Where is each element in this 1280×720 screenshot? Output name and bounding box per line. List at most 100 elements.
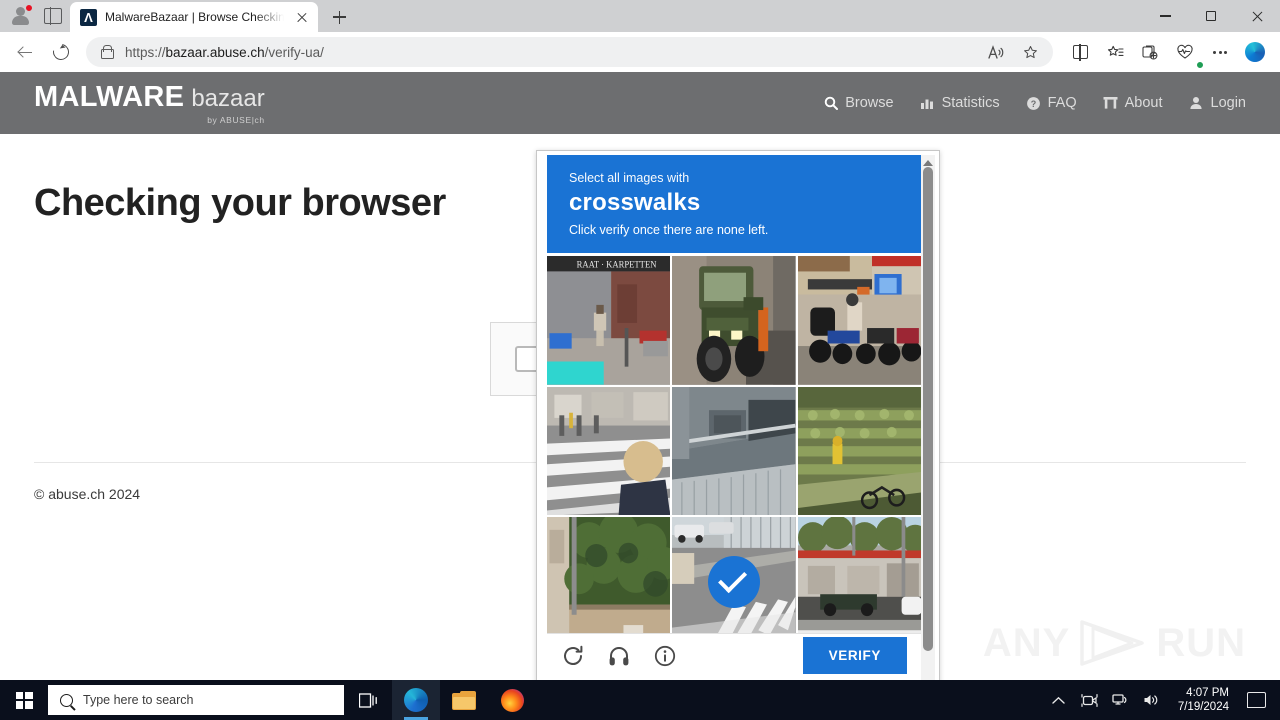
refresh-icon bbox=[49, 40, 73, 64]
nav-item-statistics[interactable]: Statistics bbox=[920, 95, 1000, 111]
nav-item-faq[interactable]: ? FAQ bbox=[1026, 95, 1077, 111]
vertical-scroll-thumb[interactable] bbox=[923, 167, 933, 651]
new-tab-button[interactable] bbox=[324, 2, 354, 32]
captcha-tile[interactable] bbox=[672, 517, 796, 646]
maximize-button[interactable] bbox=[1188, 0, 1234, 32]
nav-item-about-label: About bbox=[1124, 95, 1163, 111]
captcha-tile[interactable] bbox=[797, 517, 921, 646]
nav-item-faq-label: FAQ bbox=[1047, 95, 1077, 111]
profile-body-shape bbox=[12, 16, 29, 25]
taskbar-app-firefox[interactable] bbox=[488, 680, 536, 720]
lock-icon bbox=[100, 45, 114, 59]
show-hidden-icons-button[interactable] bbox=[1050, 692, 1067, 709]
tab-actions-icon[interactable] bbox=[44, 7, 62, 25]
taskbar-app-microsoft-edge[interactable] bbox=[392, 680, 440, 720]
captcha-prompt-note: Click verify once there are none left. bbox=[569, 223, 769, 237]
maximize-icon bbox=[1206, 11, 1216, 21]
captcha-tile[interactable] bbox=[797, 386, 921, 516]
tile-image-roadside-shop-cars bbox=[797, 517, 921, 646]
site-header: MALWARE bazaar by ABUSE|ch Browse Statis… bbox=[0, 72, 1280, 134]
nav-item-about[interactable]: About bbox=[1103, 95, 1163, 111]
url-path: /verify-ua/ bbox=[264, 44, 324, 60]
play-icon bbox=[1076, 616, 1150, 670]
question-icon: ? bbox=[1026, 96, 1041, 111]
minimize-button[interactable] bbox=[1142, 0, 1188, 32]
nav-item-statistics-label: Statistics bbox=[941, 95, 1000, 111]
chart-icon bbox=[920, 96, 935, 111]
captcha-image-grid: RAAT · KARPETTEN bbox=[547, 256, 921, 646]
url-text: https://bazaar.abuse.ch/verify-ua/ bbox=[125, 45, 324, 60]
taskbar-search[interactable]: Type here to search bbox=[48, 685, 344, 715]
close-window-button[interactable] bbox=[1234, 0, 1280, 32]
address-bar[interactable]: https://bazaar.abuse.ch/verify-ua/ bbox=[86, 37, 1053, 67]
search-icon bbox=[823, 96, 838, 111]
captcha-tile[interactable] bbox=[672, 386, 796, 516]
nav-item-browse-label: Browse bbox=[845, 95, 894, 111]
more-icon bbox=[1212, 50, 1228, 54]
favorites-button[interactable] bbox=[1098, 37, 1132, 67]
favorite-button[interactable] bbox=[1013, 37, 1047, 67]
browser-essentials-button[interactable] bbox=[1168, 37, 1204, 69]
reload-button[interactable] bbox=[44, 37, 78, 67]
captcha-tile[interactable] bbox=[672, 256, 796, 385]
watermark-left-text: ANY bbox=[982, 620, 1071, 665]
copilot-button[interactable] bbox=[1238, 37, 1272, 67]
captcha-info-button[interactable] bbox=[653, 644, 677, 668]
favorites-icon bbox=[1107, 45, 1124, 56]
captcha-tile[interactable]: RAAT · KARPETTEN bbox=[547, 256, 671, 385]
taskbar-clock[interactable]: 4:07 PM 7/19/2024 bbox=[1174, 686, 1233, 714]
browser-toolbar: https://bazaar.abuse.ch/verify-ua/ bbox=[0, 32, 1280, 72]
captcha-vertical-scrollbar[interactable] bbox=[921, 155, 935, 680]
browser-tab[interactable]: Λ MalwareBazaar | Browse Checkin bbox=[70, 2, 318, 32]
network-icon[interactable] bbox=[1112, 692, 1129, 709]
verify-button[interactable]: VERIFY bbox=[802, 637, 907, 674]
anyrun-watermark: ANY RUN bbox=[983, 616, 1246, 670]
close-icon[interactable] bbox=[292, 7, 312, 27]
captcha-prompt-target: crosswalks bbox=[569, 189, 701, 216]
nav-item-browse[interactable]: Browse bbox=[823, 95, 894, 111]
favicon-glyph: Λ bbox=[84, 9, 93, 25]
captcha-content: Select all images with crosswalks Click … bbox=[547, 155, 921, 680]
captcha-tile[interactable] bbox=[547, 517, 671, 646]
captcha-audio-button[interactable] bbox=[607, 644, 631, 668]
captcha-tile[interactable] bbox=[797, 256, 921, 385]
volume-icon[interactable] bbox=[1143, 692, 1160, 709]
address-bar-actions bbox=[981, 37, 1047, 67]
camera-icon[interactable] bbox=[1081, 692, 1098, 709]
logo-primary: MALWARE bbox=[34, 81, 185, 113]
notifications-icon[interactable] bbox=[1247, 692, 1266, 708]
split-screen-button[interactable] bbox=[1063, 37, 1097, 67]
star-icon bbox=[1023, 45, 1037, 58]
back-icon bbox=[18, 45, 33, 60]
settings-more-button[interactable] bbox=[1203, 37, 1237, 67]
read-aloud-icon[interactable] bbox=[981, 39, 1011, 65]
captcha-prompt-header: Select all images with crosswalks Click … bbox=[547, 155, 921, 253]
captcha-popup: Select all images with crosswalks Click … bbox=[536, 150, 940, 680]
captcha-refresh-button[interactable] bbox=[561, 644, 585, 668]
back-button[interactable] bbox=[8, 37, 42, 67]
task-view-icon bbox=[358, 692, 378, 708]
windows-taskbar: Type here to search 4:07 PM 7/19/2024 bbox=[0, 680, 1280, 720]
nav-item-login[interactable]: Login bbox=[1189, 95, 1246, 111]
tile-image-hedge-wall bbox=[547, 517, 671, 646]
start-button[interactable] bbox=[0, 680, 48, 720]
collections-button[interactable] bbox=[1133, 37, 1167, 67]
firefox-icon bbox=[500, 688, 524, 712]
task-view-button[interactable] bbox=[344, 680, 392, 720]
url-host: bazaar.abuse.ch bbox=[165, 44, 265, 60]
profile-icon[interactable] bbox=[10, 4, 33, 27]
url-scheme: https:// bbox=[125, 44, 166, 60]
copyright-text: © abuse.ch 2024 bbox=[34, 486, 141, 502]
captcha-tile[interactable] bbox=[547, 386, 671, 516]
taskbar-app-file-explorer[interactable] bbox=[440, 680, 488, 720]
tabstrip-left-controls bbox=[0, 0, 62, 32]
captcha-prompt-instruction: Select all images with bbox=[569, 171, 690, 185]
info-icon bbox=[654, 645, 676, 666]
site-logo[interactable]: MALWARE bazaar by ABUSE|ch bbox=[34, 81, 265, 125]
clock-date: 7/19/2024 bbox=[1177, 701, 1229, 713]
windows-logo-icon bbox=[15, 691, 33, 709]
clock-time: 4:07 PM bbox=[1186, 687, 1229, 699]
search-placeholder: Type here to search bbox=[83, 693, 194, 707]
heart-pulse-icon bbox=[1177, 44, 1193, 59]
folder-icon bbox=[452, 690, 476, 710]
